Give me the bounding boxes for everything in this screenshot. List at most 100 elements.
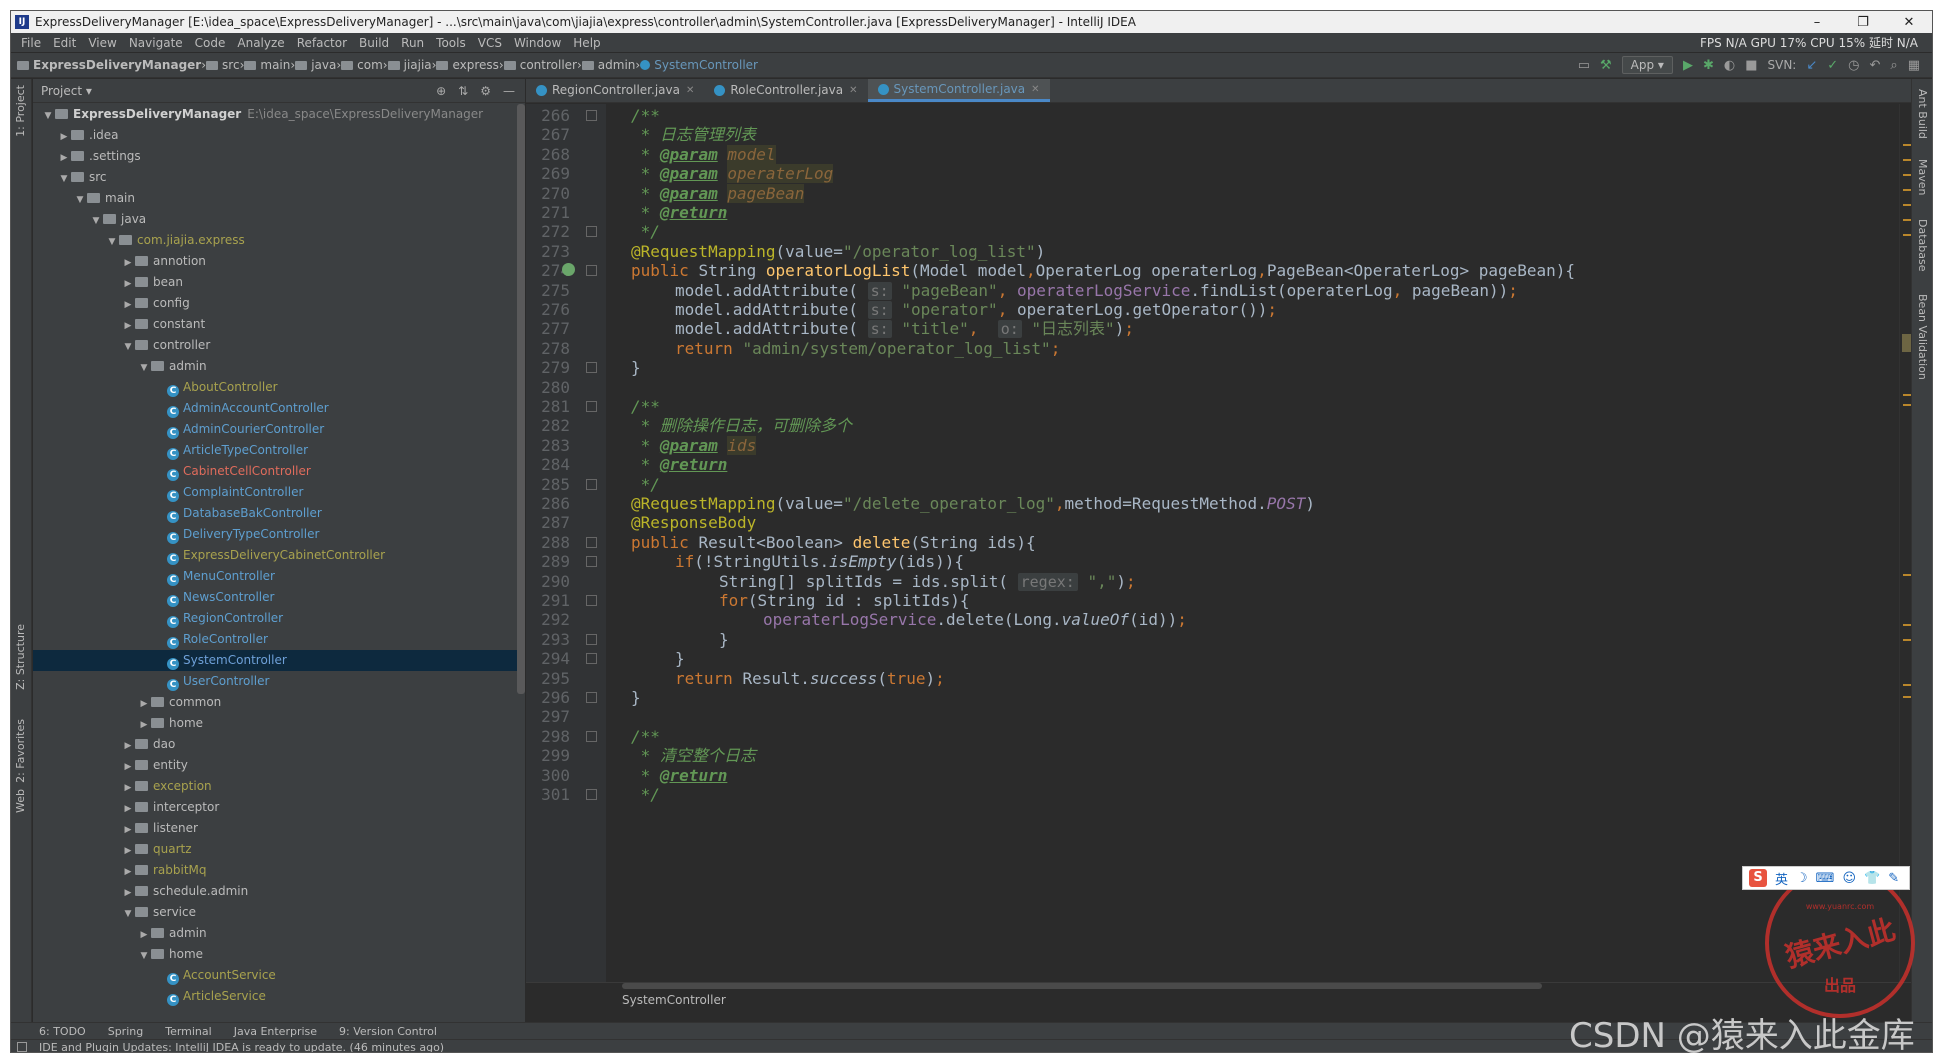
code-line[interactable]: 281 /** bbox=[526, 397, 1913, 416]
tree-item[interactable]: C ArticleService bbox=[33, 986, 517, 1007]
code-line[interactable]: 298 /** bbox=[526, 727, 1913, 746]
collapsed-arrow-icon[interactable]: ▶ bbox=[121, 253, 135, 274]
tree-item[interactable]: C CabinetCellController bbox=[33, 461, 517, 482]
project-view-select[interactable]: Project ▾ bbox=[41, 84, 92, 98]
code-line[interactable]: 280 bbox=[526, 378, 1913, 397]
code-line[interactable]: 285 */ bbox=[526, 475, 1913, 494]
collapsed-arrow-icon[interactable]: ▶ bbox=[137, 694, 151, 715]
maximize-button[interactable]: ❐ bbox=[1840, 15, 1886, 30]
tree-item[interactable]: ▶ config bbox=[33, 293, 517, 314]
stop-icon[interactable]: ■ bbox=[1745, 58, 1757, 73]
collapsed-arrow-icon[interactable]: ▶ bbox=[137, 925, 151, 946]
fold-marker-icon[interactable] bbox=[586, 536, 597, 548]
tool-window-button[interactable]: 6: TODO bbox=[39, 1025, 86, 1038]
tool-window-button[interactable]: Java Enterprise bbox=[234, 1025, 317, 1038]
breadcrumb-item[interactable]: java bbox=[295, 58, 336, 72]
project-tree-scrollbar[interactable] bbox=[517, 104, 525, 694]
collapsed-arrow-icon[interactable]: ▶ bbox=[121, 274, 135, 295]
tree-item[interactable]: C MenuController bbox=[33, 566, 517, 587]
tree-item[interactable]: ▼ service bbox=[33, 902, 517, 923]
code-line[interactable]: 295 return Result.success(true); bbox=[526, 669, 1913, 688]
code-line[interactable]: 294} bbox=[526, 649, 1913, 668]
tree-item[interactable]: C ComplaintController bbox=[33, 482, 517, 503]
tree-item[interactable]: ▶ exception bbox=[33, 776, 517, 797]
stripe-bean-validation[interactable]: Bean Validation bbox=[1916, 294, 1929, 380]
code-line[interactable]: 277 model.addAttribute( s: "title", o: "日… bbox=[526, 319, 1913, 339]
code-line[interactable]: 276 model.addAttribute( s: "operator", op… bbox=[526, 300, 1913, 319]
tree-item[interactable]: ▶ bean bbox=[33, 272, 517, 293]
ime-user-icon[interactable]: ☺ bbox=[1842, 871, 1856, 886]
ime-skin-icon[interactable]: 👕 bbox=[1864, 871, 1880, 886]
expanded-arrow-icon[interactable]: ▼ bbox=[137, 358, 151, 379]
tree-item[interactable]: ▼ home bbox=[33, 944, 517, 965]
collapsed-arrow-icon[interactable]: ▶ bbox=[121, 778, 135, 799]
tree-item[interactable]: ▶ dao bbox=[33, 734, 517, 755]
tree-item[interactable]: ▶ .settings bbox=[33, 146, 517, 167]
debug-icon[interactable]: ✱ bbox=[1703, 58, 1714, 73]
breadcrumb-item[interactable]: com bbox=[341, 58, 383, 72]
fold-marker-icon[interactable] bbox=[586, 362, 597, 374]
fold-marker-icon[interactable] bbox=[586, 692, 597, 703]
code-line[interactable]: 301 */ bbox=[526, 785, 1913, 804]
code-line[interactable]: 287 @ResponseBody bbox=[526, 513, 1913, 532]
tree-item[interactable]: C RoleController bbox=[33, 629, 517, 650]
fold-marker-icon[interactable] bbox=[586, 401, 597, 412]
fold-marker-icon[interactable] bbox=[586, 478, 597, 490]
svn-commit-icon[interactable]: ✓ bbox=[1827, 58, 1838, 73]
stripe-database[interactable]: Database bbox=[1916, 219, 1929, 272]
code-line[interactable]: 292 operaterLogService.delete(Long.valueO… bbox=[526, 610, 1913, 629]
fold-marker-icon[interactable] bbox=[586, 265, 597, 277]
menu-code[interactable]: Code bbox=[189, 36, 232, 50]
code-line[interactable]: 291 for(String id : splitIds){ bbox=[526, 591, 1913, 610]
editor-tab[interactable]: SystemController.java ✕ bbox=[867, 79, 1050, 102]
tree-item[interactable]: C RegionController bbox=[33, 608, 517, 629]
stripe-ant-build[interactable]: Ant Build bbox=[1916, 89, 1929, 139]
tool-window-button[interactable]: Terminal bbox=[165, 1025, 212, 1038]
settings-gear-icon[interactable]: ⚙ bbox=[480, 84, 491, 98]
tree-item[interactable]: ▶ entity bbox=[33, 755, 517, 776]
menu-build[interactable]: Build bbox=[353, 36, 395, 50]
tree-item[interactable]: C DeliveryTypeController bbox=[33, 524, 517, 545]
fold-marker-icon[interactable] bbox=[586, 789, 597, 800]
tree-item[interactable]: ▶ listener bbox=[33, 818, 517, 839]
tree-item[interactable]: ▼ java bbox=[33, 209, 517, 230]
menu-tools[interactable]: Tools bbox=[430, 36, 472, 50]
code-line[interactable]: 293} bbox=[526, 630, 1913, 649]
stripe-structure[interactable]: Z: Structure bbox=[14, 624, 27, 690]
tree-item[interactable]: ▶ rabbitMq bbox=[33, 860, 517, 881]
close-tab-icon[interactable]: ✕ bbox=[849, 79, 857, 102]
fold-marker-icon[interactable] bbox=[586, 653, 597, 665]
tree-item[interactable]: C AboutController bbox=[33, 377, 517, 398]
code-line[interactable]: 269 * @param operaterLog bbox=[526, 164, 1913, 184]
sogou-logo-icon[interactable]: S bbox=[1749, 869, 1767, 887]
expanded-arrow-icon[interactable]: ▼ bbox=[121, 337, 135, 358]
menu-file[interactable]: File bbox=[15, 36, 47, 50]
svn-update-icon[interactable]: ↙ bbox=[1806, 58, 1817, 73]
code-line[interactable]: 267 * 日志管理列表 bbox=[526, 125, 1913, 144]
tree-item[interactable]: C DatabaseBakController bbox=[33, 503, 517, 524]
collapsed-arrow-icon[interactable]: ▶ bbox=[121, 883, 135, 904]
ime-tools-icon[interactable]: ✎ bbox=[1888, 871, 1899, 886]
expanded-arrow-icon[interactable]: ▼ bbox=[121, 904, 135, 925]
tree-item[interactable]: C ArticleTypeController bbox=[33, 440, 517, 461]
editor-breadcrumb[interactable]: SystemController bbox=[622, 993, 726, 1007]
horizontal-scrollbar[interactable] bbox=[622, 983, 1542, 989]
collapsed-arrow-icon[interactable]: ▶ bbox=[121, 757, 135, 778]
revert-icon[interactable]: ↶ bbox=[1870, 58, 1881, 73]
breadcrumb-item[interactable]: express bbox=[436, 58, 499, 72]
code-line[interactable]: 266 /** bbox=[526, 106, 1913, 125]
ime-moon-icon[interactable]: ☽ bbox=[1796, 871, 1808, 886]
build-hammer-icon[interactable]: ⚒ bbox=[1600, 58, 1612, 73]
breadcrumb-item[interactable]: controller bbox=[503, 58, 577, 72]
collapsed-arrow-icon[interactable]: ▶ bbox=[57, 127, 71, 148]
locate-icon[interactable]: ⊕ bbox=[436, 84, 446, 98]
tree-item[interactable]: ▶ quartz bbox=[33, 839, 517, 860]
collapsed-arrow-icon[interactable]: ▶ bbox=[121, 316, 135, 337]
tree-item[interactable]: ▶ .idea bbox=[33, 125, 517, 146]
tree-item[interactable]: ▶ schedule.admin bbox=[33, 881, 517, 902]
expanded-arrow-icon[interactable]: ▼ bbox=[73, 190, 87, 211]
code-line[interactable]: 289 if(!StringUtils.isEmpty(ids)){ bbox=[526, 552, 1913, 571]
menu-run[interactable]: Run bbox=[395, 36, 430, 50]
menu-navigate[interactable]: Navigate bbox=[123, 36, 189, 50]
tree-item[interactable]: C SystemController bbox=[33, 650, 517, 671]
